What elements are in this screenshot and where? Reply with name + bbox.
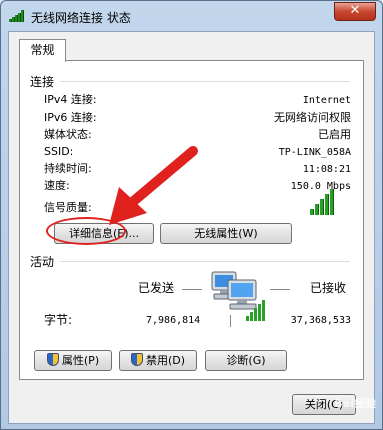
media-state-value: 已启用 — [318, 128, 351, 141]
status-window: 无线网络连接 状态 ✕ 常规 连接 IPv4 连接: Internet IPv6… — [0, 0, 383, 430]
sent-label: 已发送 — [138, 281, 175, 295]
diagnose-button[interactable]: 诊断(G) — [205, 350, 287, 371]
uac-shield-icon — [130, 353, 143, 366]
bytes-sent-value: 7,986,814 — [146, 315, 201, 326]
bytes-received-value: 37,368,533 — [290, 315, 351, 326]
duration-label: 持续时间: — [44, 162, 92, 175]
duration-value: 11:08:21 — [302, 164, 351, 175]
properties-button[interactable]: 属性(P) — [34, 350, 112, 371]
received-line — [270, 289, 290, 290]
activity-divider — [230, 315, 231, 327]
bytes-label: 字节: — [44, 313, 73, 327]
watermark-logo: Bai经验 — [334, 397, 376, 410]
signal-strength-icon — [310, 189, 340, 215]
window-close-button[interactable]: ✕ — [334, 2, 376, 21]
ipv4-value: Internet — [302, 95, 351, 106]
speed-label: 速度: — [44, 179, 70, 192]
disable-button[interactable]: 禁用(D) — [119, 350, 197, 371]
activity-heading: 活动 — [30, 255, 55, 269]
network-computers-icon — [211, 271, 265, 321]
red-arrow-icon — [109, 146, 198, 225]
wifi-signal-icon — [9, 10, 25, 22]
connection-heading: 连接 — [30, 75, 55, 89]
ssid-label: SSID: — [44, 145, 74, 158]
tab-general[interactable]: 常规 — [19, 39, 66, 62]
uac-shield-icon — [46, 353, 59, 366]
ssid-value: TP-LINK_058A — [278, 147, 351, 158]
window-title: 无线网络连接 状态 — [31, 11, 131, 25]
section-divider — [60, 261, 350, 262]
ipv6-value: 无网络访问权限 — [274, 111, 351, 124]
signal-quality-label: 信号质量: — [44, 201, 92, 214]
sent-line — [182, 289, 202, 290]
received-label: 已接收 — [310, 281, 347, 295]
title-bar[interactable]: 无线网络连接 状态 ✕ — [1, 1, 382, 31]
disable-button-label: 禁用(D) — [145, 354, 186, 367]
media-state-label: 媒体状态: — [44, 128, 92, 141]
ipv6-label: IPv6 连接: — [44, 111, 97, 124]
section-divider — [60, 81, 350, 82]
ipv4-label: IPv4 连接: — [44, 93, 97, 106]
properties-button-label: 属性(P) — [61, 354, 100, 367]
